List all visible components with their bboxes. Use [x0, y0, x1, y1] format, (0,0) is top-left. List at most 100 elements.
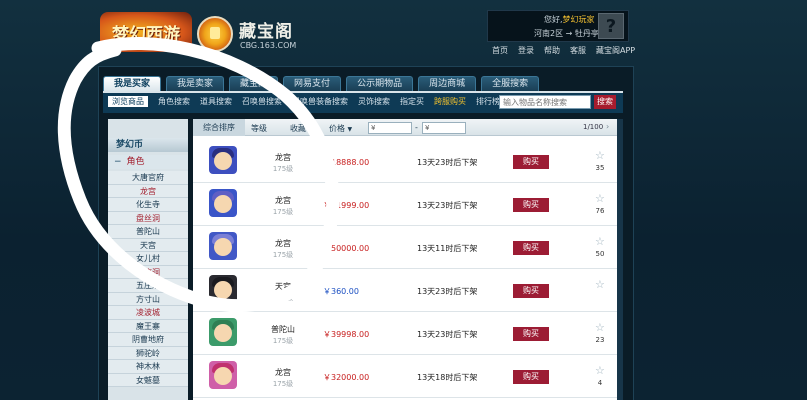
favorite-star-icon[interactable]: ☆ — [595, 278, 605, 291]
favorite-star-icon[interactable]: ☆ — [595, 321, 605, 334]
sidebar-item[interactable]: 天宫 — [108, 238, 188, 252]
row-school: 龙宫 — [275, 196, 291, 205]
sidebar-item[interactable]: 神木林 — [108, 360, 188, 374]
sidebar-item[interactable]: 方寸山 — [108, 292, 188, 306]
tab-all-server-search[interactable]: 全服搜索 — [481, 76, 540, 91]
top-link-home[interactable]: 首页 — [492, 45, 508, 56]
sort-price-arrow-icon: ▼ — [347, 126, 353, 133]
tab-mall[interactable]: 周边商城 — [418, 76, 477, 91]
row-level: 175级 — [272, 380, 294, 388]
subnav-item-search[interactable]: 道具搜索 — [200, 96, 232, 107]
subnav-cross-server[interactable]: 跨服购买 — [434, 96, 466, 107]
row-fav-count: 23 — [595, 336, 605, 344]
row-status: 13天23时后下架 — [417, 287, 478, 296]
game-logo[interactable]: 梦幻西游 — [100, 12, 192, 52]
avatar-face — [214, 195, 232, 213]
sidebar-item[interactable]: 无底洞 — [108, 265, 188, 279]
character-avatar[interactable] — [209, 318, 237, 346]
subnav-designated-buy[interactable]: 指定买 — [400, 96, 424, 107]
table-row[interactable]: 龙宫 175级 ￥41999.00 13天23时后下架 购买 ☆ 76 — [193, 183, 617, 226]
scrollbar[interactable] — [617, 119, 623, 400]
subnav-pet-search[interactable]: 召唤兽搜索 — [242, 96, 282, 107]
tab-seller[interactable]: 我是卖家 — [166, 76, 225, 91]
sort-default-button[interactable]: 综合排序 — [193, 119, 245, 136]
top-link-login[interactable]: 登录 — [518, 45, 534, 56]
sidebar-section-currency[interactable]: 梦幻币 — [108, 138, 188, 152]
table-row[interactable]: 龙宫 175级 ￥32000.00 13天18时后下架 购买 ☆ 4 — [193, 355, 617, 398]
sidebar-item[interactable]: 龙宫 — [108, 184, 188, 198]
row-status: 13天11时后下架 — [417, 244, 478, 253]
character-avatar[interactable] — [209, 189, 237, 217]
subnav-browse[interactable]: 浏览商品 — [108, 96, 148, 107]
character-avatar[interactable] — [209, 232, 237, 260]
sidebar-item[interactable]: 五庄观 — [108, 279, 188, 293]
buy-button[interactable]: 购买 — [513, 155, 549, 169]
row-level: 175级 — [272, 294, 294, 302]
sort-by-price[interactable]: 价格 ▼ — [329, 123, 352, 134]
avatar-face — [214, 367, 232, 385]
sort-price-label: 价格 — [329, 124, 345, 133]
site-url: CBG.163.COM — [240, 41, 297, 50]
search-input[interactable] — [499, 95, 591, 109]
row-status: 13天23时后下架 — [417, 158, 478, 167]
tab-public-items[interactable]: 公示期物品 — [346, 76, 414, 91]
row-price: ￥50000.00 — [323, 244, 370, 253]
price-min-input[interactable]: ¥ — [368, 122, 412, 134]
row-school: 龙宫 — [275, 239, 291, 248]
next-page-icon[interactable]: › — [606, 122, 609, 131]
table-row[interactable]: 天宫 175级 ￥360.00 13天23时后下架 购买 ☆ — [193, 269, 617, 312]
server-selector[interactable]: 河南2区 → 牡丹亭 — [534, 28, 599, 39]
row-school: 龙宫 — [275, 368, 291, 377]
sidebar-item[interactable]: 阴曹地府 — [108, 333, 188, 347]
treasure-logo-icon — [197, 16, 233, 52]
buy-button[interactable]: 购买 — [513, 198, 549, 212]
site-title[interactable]: 藏宝阁 — [239, 17, 293, 42]
subnav-role-search[interactable]: 角色搜索 — [158, 96, 190, 107]
subnav-ranking[interactable]: 排行榜 — [476, 96, 500, 107]
sidebar-category-role[interactable]: − 角色 — [108, 155, 188, 169]
sidebar-item[interactable]: 化生寺 — [108, 198, 188, 212]
favorite-star-icon[interactable]: ☆ — [595, 149, 605, 162]
username[interactable]: 梦幻玩家 — [563, 15, 595, 24]
buy-button[interactable]: 购买 — [513, 370, 549, 384]
buy-button[interactable]: 购买 — [513, 284, 549, 298]
character-avatar[interactable] — [209, 146, 237, 174]
subnav-ornament-search[interactable]: 灵饰搜索 — [358, 96, 390, 107]
sidebar-item[interactable]: 普陀山 — [108, 225, 188, 239]
row-level: 175级 — [272, 165, 294, 173]
table-row[interactable]: 龙宫 175级 ￥50000.00 13天11时后下架 购买 ☆ 50 — [193, 226, 617, 269]
table-row[interactable]: 龙宫 175级 ￥18888.00 13天23时后下架 购买 ☆ 35 — [193, 140, 617, 183]
row-price: ￥41999.00 — [323, 201, 370, 210]
favorite-star-icon[interactable]: ☆ — [595, 364, 605, 377]
top-link-app[interactable]: 藏宝阁APP — [596, 45, 635, 56]
top-link-service[interactable]: 客服 — [570, 45, 586, 56]
character-avatar[interactable] — [209, 361, 237, 389]
sort-by-favorite[interactable]: 收藏 — [290, 123, 306, 134]
sidebar-item[interactable]: 女儿村 — [108, 252, 188, 266]
table-row[interactable]: 普陀山 175级 ￥39998.00 13天23时后下架 购买 ☆ 23 — [193, 312, 617, 355]
sidebar-item[interactable]: 大唐官府 — [108, 171, 188, 185]
favorite-star-icon[interactable]: ☆ — [595, 235, 605, 248]
sort-by-level[interactable]: 等级 — [251, 123, 267, 134]
sidebar-item[interactable]: 狮驼岭 — [108, 346, 188, 360]
top-link-help[interactable]: 帮助 — [544, 45, 560, 56]
search-button[interactable]: 搜索 — [594, 95, 616, 109]
tab-treasure[interactable]: 藏宝阁 — [229, 76, 279, 91]
sidebar-item[interactable]: 盘丝洞 — [108, 211, 188, 225]
subnav-pet-equip-search[interactable]: 召唤兽装备搜索 — [292, 96, 348, 107]
buy-button[interactable]: 购买 — [513, 241, 549, 255]
sidebar-item[interactable]: 女魃墓 — [108, 373, 188, 387]
row-school: 普陀山 — [271, 325, 295, 334]
buy-button[interactable]: 购买 — [513, 327, 549, 341]
character-avatar[interactable] — [209, 275, 237, 303]
favorite-star-icon[interactable]: ☆ — [595, 192, 605, 205]
tab-netease-pay[interactable]: 网易支付 — [283, 76, 342, 91]
help-icon[interactable]: ? — [598, 13, 624, 39]
price-max-input[interactable]: ¥ — [422, 122, 466, 134]
sidebar-item[interactable]: 凌波城 — [108, 306, 188, 320]
sidebar-item[interactable]: 魔王寨 — [108, 319, 188, 333]
collapse-icon[interactable]: − — [114, 157, 122, 167]
row-status: 13天18时后下架 — [417, 373, 478, 382]
row-fav-count: 4 — [597, 379, 603, 387]
tab-buyer[interactable]: 我是买家 — [103, 76, 162, 91]
